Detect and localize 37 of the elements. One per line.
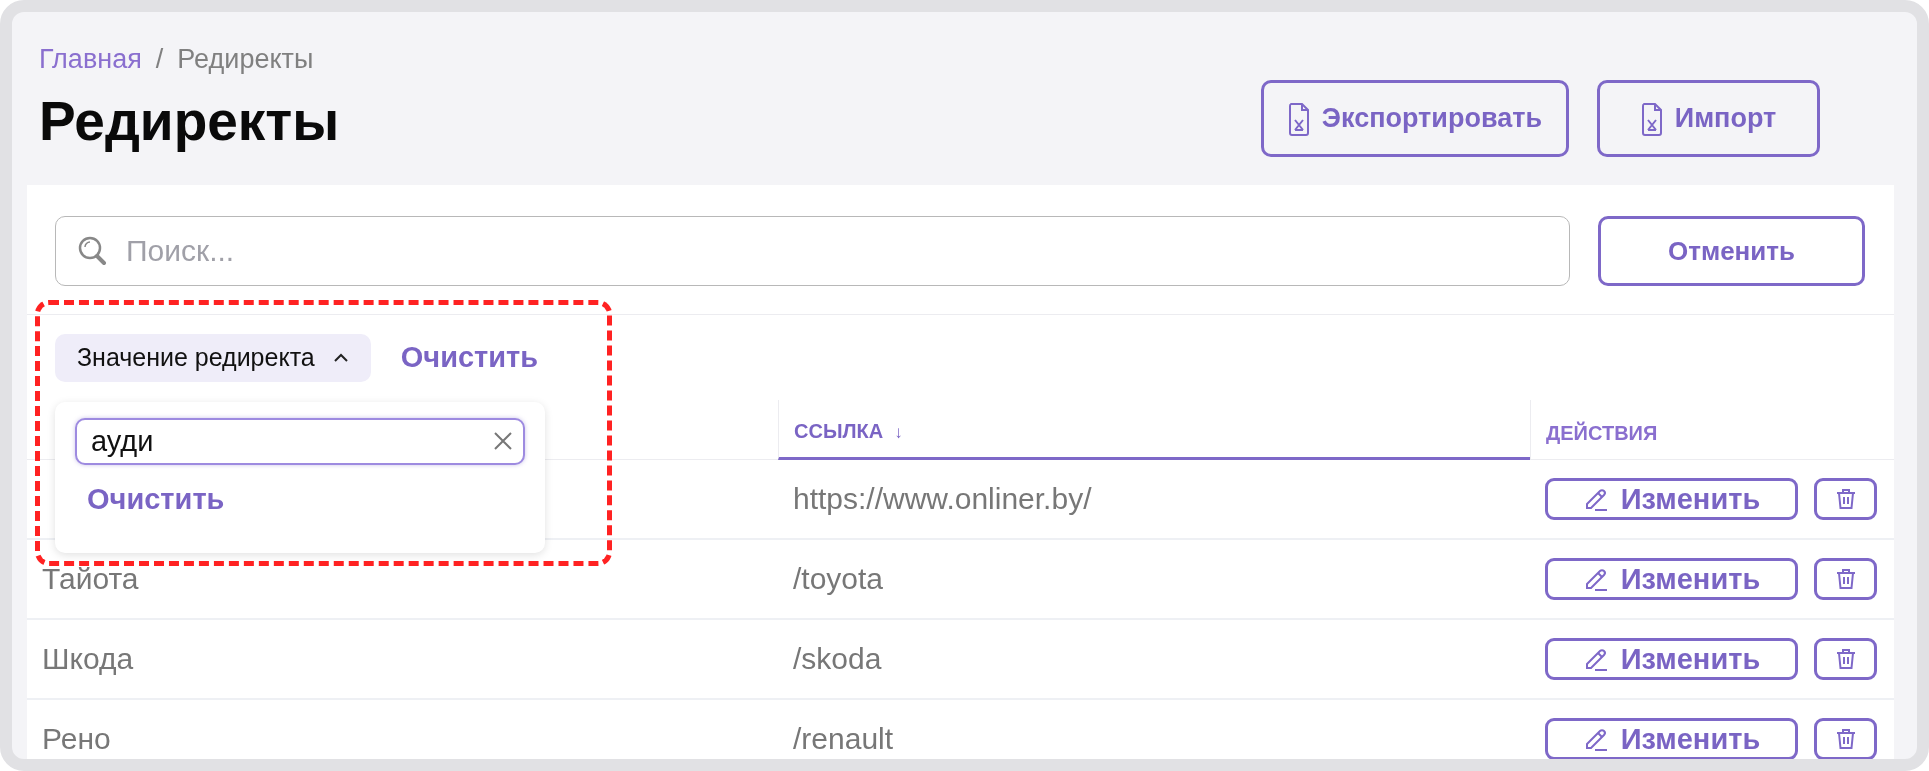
trash-icon bbox=[1834, 727, 1857, 751]
breadcrumb-link[interactable]: Главная bbox=[39, 44, 142, 75]
delete-button[interactable] bbox=[1814, 478, 1877, 520]
trash-icon bbox=[1834, 647, 1857, 671]
filter-input[interactable]: ауди bbox=[75, 418, 525, 465]
table-cell: /skoda bbox=[778, 620, 1530, 700]
edit-button[interactable]: Изменить bbox=[1545, 478, 1798, 520]
column-header[interactable]: ССЫЛКА ↓ bbox=[778, 400, 1530, 460]
search-field[interactable]: Поиск... bbox=[55, 216, 1570, 286]
trash-icon bbox=[1834, 487, 1857, 511]
close-icon[interactable] bbox=[493, 431, 513, 451]
page-title: Редиректы bbox=[39, 89, 340, 153]
delete-button[interactable] bbox=[1814, 638, 1877, 680]
spreadsheet-file-icon bbox=[1640, 101, 1663, 136]
chevron-icon bbox=[332, 352, 349, 363]
breadcrumb-separator: / bbox=[155, 44, 164, 75]
table-cell: /toyota bbox=[778, 540, 1530, 620]
table-cell: Шкода bbox=[27, 620, 778, 700]
table-cell: /renault bbox=[778, 700, 1530, 759]
delete-button[interactable] bbox=[1814, 558, 1877, 600]
filter-chip[interactable]: Значение редиректа bbox=[55, 333, 371, 382]
edit-button[interactable]: Изменить bbox=[1545, 558, 1798, 600]
edit-button[interactable]: Изменить bbox=[1545, 638, 1798, 680]
column-header[interactable]: ДЕЙСТВИЯ bbox=[1530, 400, 1894, 460]
table-cell: https://www.onliner.by/ bbox=[778, 460, 1530, 540]
spreadsheet-file-icon bbox=[1287, 101, 1310, 136]
cancel-button[interactable]: Отменить bbox=[1598, 216, 1865, 286]
export-button[interactable]: Экспортировать bbox=[1260, 80, 1569, 157]
edit-button[interactable]: Изменить bbox=[1545, 718, 1798, 759]
clear-filters-link[interactable]: Очистить bbox=[400, 341, 539, 374]
search-icon bbox=[77, 235, 107, 267]
table-cell: Рено bbox=[27, 700, 778, 759]
breadcrumb-current: Редиректы bbox=[177, 44, 314, 75]
import-button[interactable]: Импорт bbox=[1597, 80, 1820, 157]
delete-button[interactable] bbox=[1814, 718, 1877, 759]
trash-icon bbox=[1834, 567, 1857, 591]
clear-link[interactable]: Очистить bbox=[87, 483, 225, 516]
